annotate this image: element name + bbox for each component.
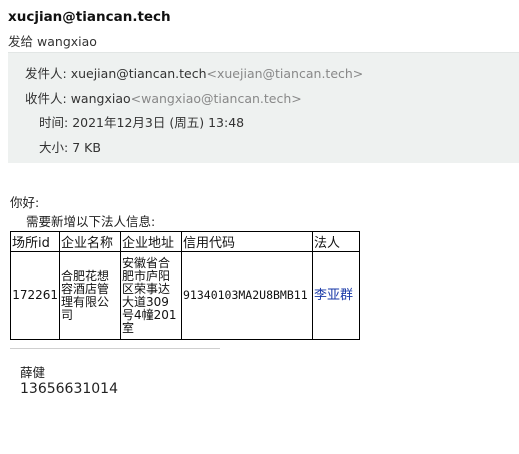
header-company-address: 企业地址 [120,231,182,252]
cell-legal-person: 李亚群 [312,251,360,340]
time-label: 时间: [39,115,69,130]
sent-to-name[interactable]: wangxiao [37,34,97,49]
time-value: 2021年12月3日 (周五) 13:48 [72,115,245,130]
signature-divider [10,348,220,349]
mail-meta-panel: 发件人: xuejian@tiancan.tech<xuejian@tianca… [8,52,519,163]
header-company-name: 企业名称 [59,231,121,252]
size-row: 大小: 7 KB [39,137,101,156]
cell-venue-id: 172261 [10,251,60,340]
to-name[interactable]: wangxiao [71,91,131,106]
time-row: 时间: 2021年12月3日 (周五) 13:48 [39,112,244,131]
from-row: 发件人: xuejian@tiancan.tech<xuejian@tianca… [25,63,363,82]
cell-company-address: 安徽省合肥市庐阳区荣事达大道309号4幢201室 [120,251,182,340]
legal-person-table: 场所id 企业名称 企业地址 信用代码 法人 172261 合肥花想容酒店管理有… [10,231,360,340]
table-header-row: 场所id 企业名称 企业地址 信用代码 法人 [10,231,360,252]
sender-email[interactable]: xucjian@tiancan.tech [8,9,171,25]
table-row: 172261 合肥花想容酒店管理有限公司 安徽省合肥市庐阳区荣事达大道309号4… [10,251,360,340]
to-row: 收件人: wangxiao<wangxiao@tiancan.tech> [25,88,302,107]
cell-credit-code: 91340103MA2U8BMB11 [181,251,313,340]
size-value: 7 KB [72,140,101,155]
header-credit-code: 信用代码 [181,231,313,252]
greeting-text: 你好: [10,195,40,210]
from-address[interactable]: <xuejian@tiancan.tech> [207,66,364,81]
header-venue-id: 场所id [10,231,60,252]
header-legal-person: 法人 [312,231,360,252]
intro-text: 需要新增以下法人信息: [26,214,156,229]
cell-company-name: 合肥花想容酒店管理有限公司 [59,251,121,340]
to-label: 收件人: [25,91,67,106]
sent-to-label: 发给 [8,34,34,49]
sent-to-line: 发给 wangxiao [8,31,101,50]
signature-phone: 13656631014 [20,381,118,397]
signature-name: 薛健 [20,365,46,380]
from-label: 发件人: [25,66,67,81]
size-label: 大小: [39,140,69,155]
to-address[interactable]: <wangxiao@tiancan.tech> [131,91,302,106]
from-name[interactable]: xuejian@tiancan.tech [71,66,207,81]
